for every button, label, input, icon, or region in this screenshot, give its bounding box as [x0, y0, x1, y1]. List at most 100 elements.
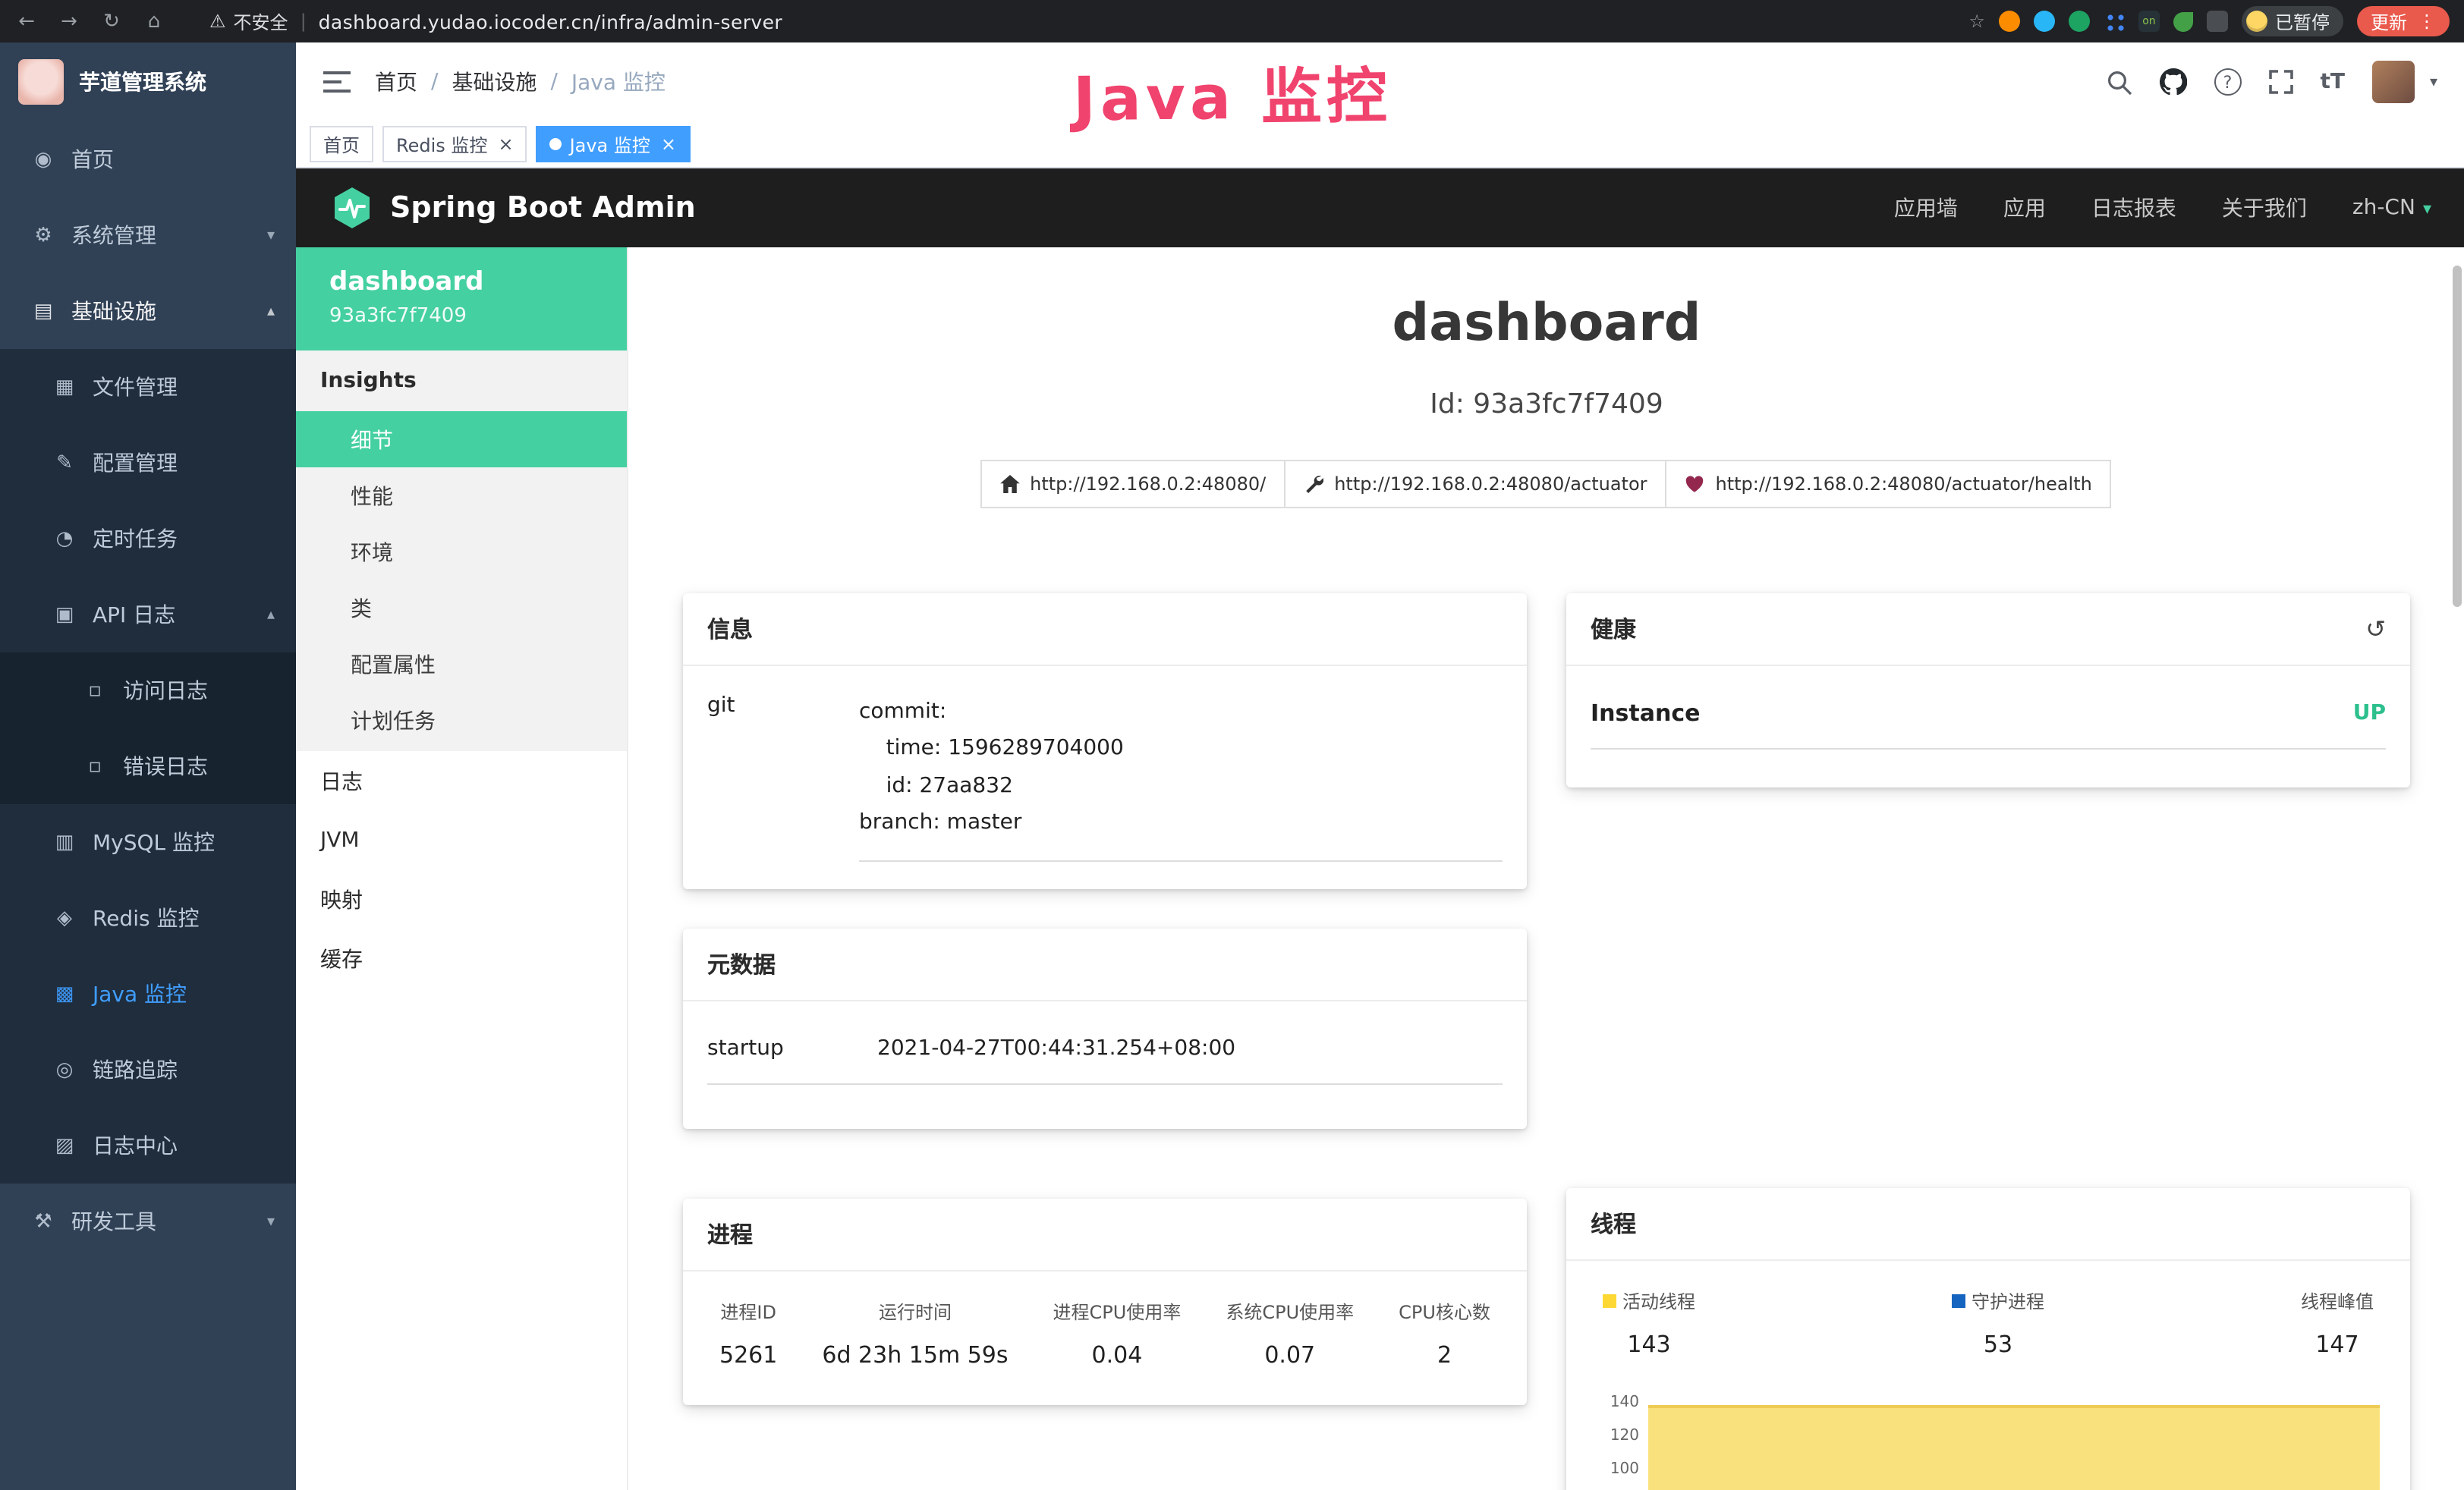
side-item-caches[interactable]: 缓存 [296, 929, 627, 988]
instance-name: dashboard [329, 267, 593, 297]
breadcrumb-home[interactable]: 首页 [375, 67, 417, 97]
sidebar-item-label: 访问日志 [123, 675, 208, 706]
extensions-puzzle-icon[interactable] [2207, 11, 2228, 32]
side-item-beans[interactable]: 类 [296, 580, 627, 636]
sidebar-item-scheduled-jobs[interactable]: ◔ 定时任务 [0, 501, 296, 577]
profile-paused-chip[interactable]: 已暂停 [2242, 6, 2343, 36]
side-item-config-props[interactable]: 配置属性 [296, 636, 627, 692]
sidebar-item-home[interactable]: ◉ 首页 [0, 121, 296, 197]
breadcrumb-infra[interactable]: 基础设施 [452, 67, 537, 97]
sidebar-item-redis-monitor[interactable]: ◈ Redis 监控 [0, 880, 296, 956]
sba-nav-journal[interactable]: 日志报表 [2091, 193, 2176, 223]
insights-group-header[interactable]: Insights [296, 350, 627, 411]
back-icon[interactable]: ← [15, 10, 38, 33]
chart-plot-area [1648, 1394, 2380, 1490]
help-icon[interactable]: ? [2214, 68, 2241, 96]
bookmark-star-icon[interactable]: ☆ [1968, 11, 1985, 32]
kebab-menu-icon[interactable]: ⋮ [2418, 11, 2436, 32]
side-item-loggers[interactable]: 日志 [296, 751, 627, 810]
sidebar-item-config-manage[interactable]: ✎ 配置管理 [0, 425, 296, 501]
side-item-jvm[interactable]: JVM [296, 810, 627, 869]
sba-logo-icon[interactable] [329, 185, 375, 231]
extension-drop-icon[interactable] [2034, 11, 2055, 32]
main-content: dashboard Id: 93a3fc7f7409 http://192.16… [628, 247, 2464, 1490]
instance-header: dashboard 93a3fc7f7409 [296, 247, 627, 350]
page-subtitle: Id: 93a3fc7f7409 [628, 388, 2464, 420]
paused-label: 已暂停 [2275, 8, 2330, 34]
breadcrumb-current: Java 监控 [571, 67, 666, 97]
health-card: 健康 ↺ Instance UP [1566, 593, 2410, 787]
threads-legend: 活动线程 143 守护进程 [1591, 1270, 2386, 1367]
reload-icon[interactable]: ↻ [100, 10, 123, 33]
health-url: http://192.168.0.2:48080/actuator/health [1716, 473, 2092, 495]
side-item-scheduled-tasks[interactable]: 计划任务 [296, 692, 627, 748]
fullscreen-icon[interactable] [2268, 70, 2292, 94]
chevron-up-icon: ▴ [267, 606, 275, 623]
health-instance-label: Instance [1591, 699, 1700, 727]
sidebar-item-tracing[interactable]: ◎ 链路追踪 [0, 1032, 296, 1108]
side-item-details[interactable]: 细节 [296, 411, 627, 467]
sba-brand-label[interactable]: Spring Boot Admin [390, 191, 696, 225]
info-row-git: git commit: time: 1596289704000 id: 27aa… [707, 675, 1503, 862]
metric-process-cpu: 进程CPU使用率 0.04 [1053, 1299, 1182, 1369]
scrollbar-thumb[interactable] [2453, 266, 2462, 607]
locale-select[interactable]: zh-CN ▾ [2352, 196, 2431, 220]
hamburger-icon[interactable] [323, 71, 351, 93]
service-url-link[interactable]: http://192.168.0.2:48080/ [980, 460, 1285, 508]
tab-java-monitor[interactable]: Java 监控 × [537, 126, 690, 162]
sidebar-item-java-monitor[interactable]: ▩ Java 监控 [0, 956, 296, 1032]
sidebar-item-log-center[interactable]: ▨ 日志中心 [0, 1108, 296, 1184]
legend-value: 147 [2301, 1331, 2374, 1358]
sba-nav-applications[interactable]: 应用 [2003, 193, 2046, 223]
threads-card-title: 线程 [1566, 1188, 2410, 1261]
sidebar-item-infra[interactable]: ▤ 基础设施 ▴ [0, 273, 296, 349]
actuator-url-link[interactable]: http://192.168.0.2:48080/actuator [1284, 460, 1666, 508]
address-bar[interactable]: ⚠ 不安全 | dashboard.yudao.iocoder.cn/infra… [209, 8, 782, 34]
update-button[interactable]: 更新 ⋮ [2357, 6, 2450, 36]
side-item-metrics[interactable]: 性能 [296, 467, 627, 523]
home-icon[interactable]: ⌂ [143, 10, 165, 33]
live-threads-area [1648, 1405, 2380, 1490]
sidebar-item-error-log[interactable]: ▫ 错误日志 [0, 728, 296, 804]
github-icon[interactable] [2159, 68, 2186, 96]
sba-nav-wallboard[interactable]: 应用墙 [1894, 193, 1958, 223]
extension-on-icon[interactable]: on [2138, 11, 2160, 32]
sidebar-item-label: Redis 监控 [93, 903, 199, 933]
side-item-environment[interactable]: 环境 [296, 523, 627, 580]
sidebar-item-label: 链路追踪 [93, 1055, 178, 1085]
history-icon[interactable]: ↺ [2365, 615, 2386, 643]
breadcrumb: 首页 / 基础设施 / Java 监控 [375, 67, 666, 97]
tab-home[interactable]: 首页 [310, 126, 373, 162]
health-url-link[interactable]: http://192.168.0.2:48080/actuator/health [1666, 460, 2112, 508]
sidebar-item-file-manage[interactable]: ▦ 文件管理 [0, 349, 296, 425]
close-icon[interactable]: × [498, 134, 513, 155]
sidebar-item-system[interactable]: ⚙ 系统管理 ▾ [0, 197, 296, 273]
sidebar-item-dev-tools[interactable]: ⚒ 研发工具 ▾ [0, 1184, 296, 1259]
sidebar-item-access-log[interactable]: ▫ 访问日志 [0, 652, 296, 728]
sidebar-item-api-logs[interactable]: ▣ API 日志 ▴ [0, 577, 296, 652]
search-icon[interactable] [2106, 69, 2132, 95]
sidebar-item-label: MySQL 监控 [93, 827, 215, 857]
app-brand[interactable]: 芋道管理系统 [0, 42, 296, 121]
sba-nav-about[interactable]: 关于我们 [2222, 193, 2307, 223]
chevron-down-icon: ▾ [2423, 198, 2431, 218]
security-label: 不安全 [234, 8, 288, 34]
close-icon[interactable]: × [661, 134, 676, 155]
sidebar-item-mysql-monitor[interactable]: ▥ MySQL 监控 [0, 804, 296, 880]
tab-label: Java 监控 [570, 131, 650, 157]
forward-icon[interactable]: → [58, 10, 80, 33]
legend-label: 守护进程 [1972, 1288, 2044, 1314]
side-item-mappings[interactable]: 映射 [296, 869, 627, 929]
breadcrumb-separator: / [431, 70, 438, 94]
extension-lion-icon[interactable] [1999, 11, 2020, 32]
metric-cpu-cores: CPU核心数 2 [1399, 1299, 1490, 1369]
extension-leaf-icon[interactable] [2173, 11, 2193, 31]
tab-redis-monitor[interactable]: Redis 监控 × [382, 126, 527, 162]
java-icon: ▩ [52, 982, 77, 1005]
extension-grid-icon[interactable] [2104, 11, 2125, 32]
extension-check-icon[interactable] [2069, 11, 2090, 32]
text-size-icon[interactable]: tT [2320, 70, 2345, 94]
profile-emoji-icon [2246, 11, 2267, 32]
sidebar-item-label: 文件管理 [93, 372, 178, 402]
avatar[interactable] [2372, 61, 2415, 103]
